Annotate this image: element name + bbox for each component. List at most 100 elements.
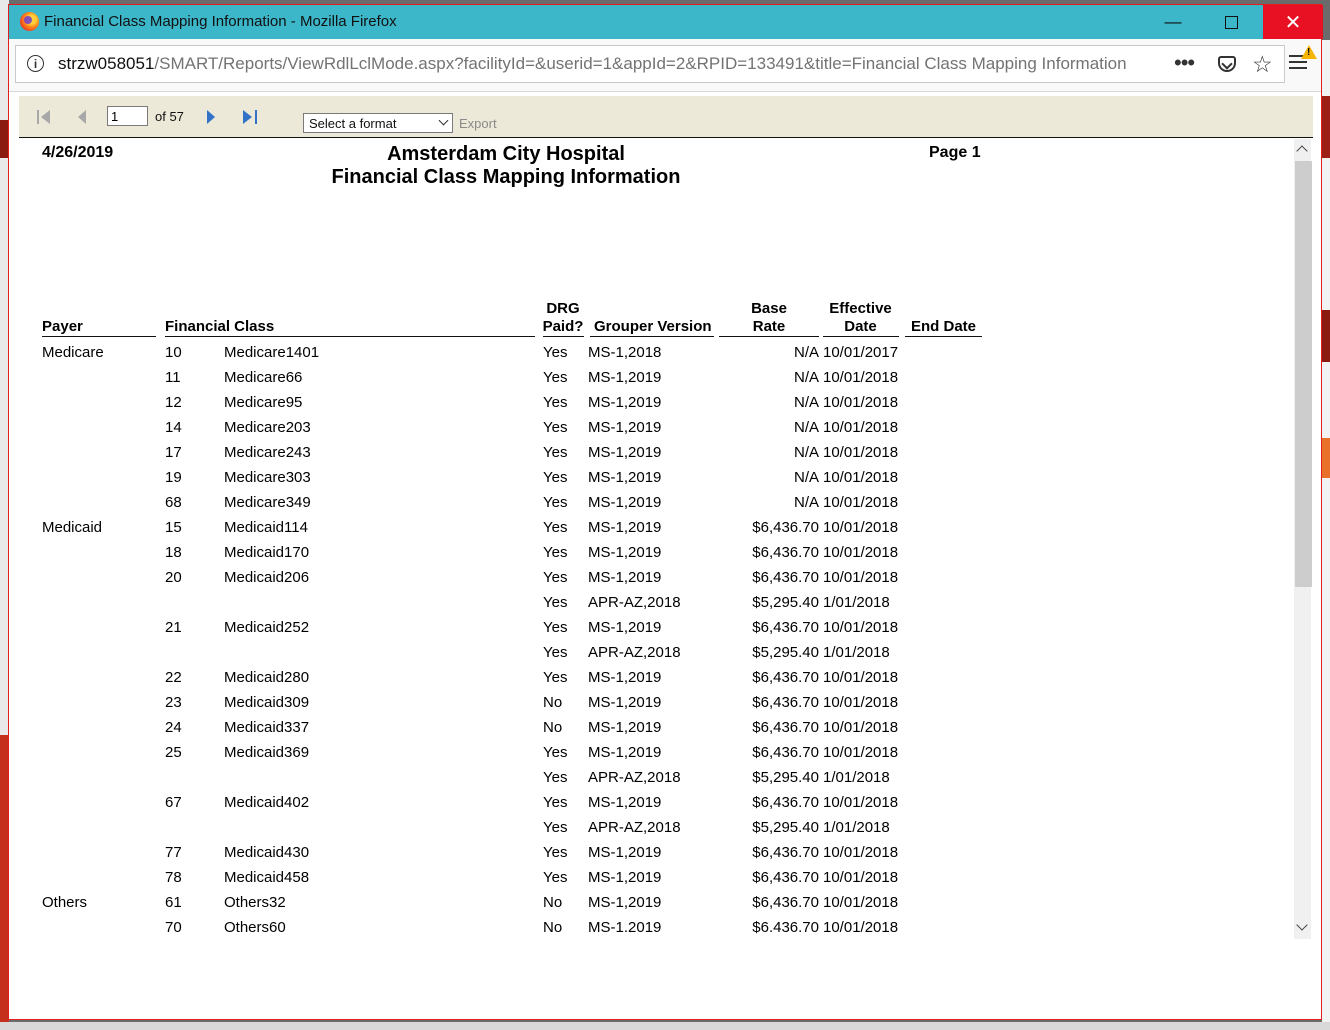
row-grouper-version: MS-1,2019 (588, 469, 662, 486)
row-base-rate: N/A (793, 494, 819, 511)
row-effective-date: 1/01/2018 (823, 819, 890, 836)
table-row: 20 Medicaid206 Yes MS-1,2019 $6,436.70 10/01/… (19, 569, 1019, 594)
row-base-rate: $6,436.70 (752, 544, 819, 561)
pocket-icon[interactable] (1218, 56, 1236, 72)
row-effective-date: 10/01/2018 (823, 894, 899, 911)
row-class-name: Medicaid337 (224, 719, 310, 736)
maximize-button[interactable] (1202, 5, 1260, 39)
row-grouper-version: MS-1,2019 (588, 744, 662, 761)
header-rule (905, 336, 982, 337)
row-grouper-version: MS-1,2019 (588, 369, 662, 386)
row-class-code: 78 (165, 869, 182, 886)
row-class-name: Medicaid206 (224, 569, 310, 586)
header-financial-class: Financial Class (165, 318, 275, 335)
row-base-rate: $6,436.70 (752, 519, 819, 536)
first-page-icon[interactable] (37, 110, 51, 124)
row-drg-paid: Yes (543, 394, 568, 411)
row-effective-date: 10/01/2018 (823, 719, 899, 736)
table-row: Yes APR-AZ,2018 $5,295.40 1/01/2018 (19, 819, 1019, 844)
header-end-date: End Date (911, 318, 977, 335)
close-icon: ✕ (1284, 11, 1302, 34)
row-effective-date: 1/01/2018 (823, 644, 890, 661)
row-drg-paid: Yes (543, 419, 568, 436)
row-effective-date: 10/01/2017 (823, 344, 899, 361)
row-effective-date: 10/01/2018 (823, 619, 899, 636)
table-row: 68 Medicare349 Yes MS-1,2019 N/A 10/01/2018 (19, 494, 1019, 519)
chevron-down-icon (438, 115, 449, 126)
table-row: Others 61 Others32 No MS-1,2019 $6,436.70 10/0… (19, 894, 1019, 919)
row-class-code: 18 (165, 544, 182, 561)
scroll-down-icon[interactable] (1296, 919, 1308, 931)
vertical-scrollbar[interactable] (1294, 139, 1312, 939)
row-effective-date: 10/01/2018 (823, 369, 899, 386)
row-grouper-version: MS-1,2019 (588, 669, 662, 686)
row-grouper-version: MS-1,2019 (588, 544, 662, 561)
minimize-button[interactable]: — (1144, 5, 1202, 39)
row-drg-paid: Yes (543, 494, 568, 511)
row-grouper-version: MS-1,2019 (588, 519, 662, 536)
page-number-input[interactable] (107, 106, 148, 126)
background-app-bottom (0, 1022, 1330, 1030)
previous-page-icon[interactable] (78, 110, 86, 124)
row-class-code: 20 (165, 569, 182, 586)
row-base-rate: $6,436.70 (752, 719, 819, 736)
table-row: Medicaid 15 Medicaid114 Yes MS-1,2019 $6,436.… (19, 519, 1019, 544)
row-effective-date: 10/01/2018 (823, 394, 899, 411)
row-class-code: 21 (165, 619, 182, 636)
table-row: Yes APR-AZ,2018 $5,295.40 1/01/2018 (19, 594, 1019, 619)
last-page-icon[interactable] (243, 110, 259, 124)
row-base-rate: $5,295.40 (752, 819, 819, 836)
report-page: 4/26/2019 Amsterdam City Hospital Financ… (19, 138, 1293, 946)
scrollbar-thumb[interactable] (1295, 161, 1312, 587)
row-base-rate: $6,436.70 (752, 744, 819, 761)
row-drg-paid: No (543, 719, 563, 736)
row-class-name: Medicaid402 (224, 794, 310, 811)
row-drg-paid: No (543, 894, 563, 911)
header-base-rate: Base Rate (751, 300, 787, 335)
bookmark-star-icon[interactable]: ☆ (1252, 51, 1273, 78)
row-payer: Medicaid (42, 519, 103, 536)
header-grouper-version: Grouper Version (594, 318, 712, 335)
report-toolbar: of 57 Select a format Export (19, 96, 1313, 138)
row-effective-date: 10/01/2018 (823, 419, 899, 436)
url-bar[interactable]: i strzw058051/SMART/Reports/ViewRdlLclMo… (15, 45, 1285, 83)
row-base-rate: $6,436.70 (752, 844, 819, 861)
row-grouper-version: MS-1,2019 (588, 419, 662, 436)
row-effective-date: 10/01/2018 (823, 869, 899, 886)
row-effective-date: 1/01/2018 (823, 769, 890, 786)
close-button[interactable]: ✕ (1263, 5, 1323, 39)
row-class-code: 11 (165, 369, 181, 386)
row-base-rate: $6,436.70 (752, 794, 819, 811)
row-base-rate: $5,295.40 (752, 594, 819, 611)
row-class-name: Medicaid458 (224, 869, 310, 886)
row-effective-date: 1/01/2018 (823, 594, 890, 611)
table-row: Yes APR-AZ,2018 $5,295.40 1/01/2018 (19, 644, 1019, 669)
header-payer: Payer (42, 318, 83, 335)
row-base-rate: N/A (793, 369, 819, 386)
table-row: Medicare 10 Medicare1401 Yes MS-1,2018 N/A 10/… (19, 344, 1019, 369)
row-effective-date: 10/01/2018 (823, 469, 899, 486)
hospital-name: Amsterdam City Hospital (387, 143, 625, 165)
row-drg-paid: Yes (543, 569, 568, 586)
site-info-icon[interactable]: i (27, 55, 44, 72)
url-text[interactable]: strzw058051/SMART/Reports/ViewRdlLclMode… (58, 54, 1127, 74)
row-effective-date: 10/01/2018 (823, 794, 899, 811)
next-page-icon[interactable] (207, 110, 215, 124)
row-class-name: Medicaid430 (224, 844, 310, 861)
row-base-rate: $6,436.70 (752, 669, 819, 686)
row-effective-date: 10/01/2018 (823, 569, 899, 586)
row-base-rate: $6,436.70 (752, 869, 819, 886)
page-actions-icon[interactable]: ••• (1174, 50, 1195, 76)
row-effective-date: 10/01/2018 (823, 444, 899, 461)
row-drg-paid: Yes (543, 594, 568, 611)
firefox-logo-icon (20, 12, 39, 31)
table-row: 67 Medicaid402 Yes MS-1,2019 $6,436.70 10/01/… (19, 794, 1019, 819)
row-drg-paid: Yes (543, 794, 568, 811)
row-class-name: Medicaid170 (224, 544, 310, 561)
export-format-select[interactable]: Select a format (303, 113, 453, 133)
row-grouper-version: APR-AZ,2018 (588, 644, 681, 661)
export-link[interactable]: Export (459, 116, 497, 131)
row-class-name: Medicaid369 (224, 744, 310, 761)
scroll-up-icon[interactable] (1296, 145, 1308, 157)
row-drg-paid: Yes (543, 644, 568, 661)
